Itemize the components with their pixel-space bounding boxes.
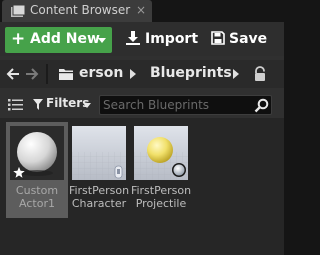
tab-content-browser[interactable]: Content Browser × [2, 0, 152, 22]
chevron-right-icon[interactable] [130, 69, 136, 79]
import-label: Import [145, 31, 199, 47]
asset-tile-custom-actor1[interactable]: Custom Actor1 [6, 122, 68, 218]
asset-name: Custom Actor1 [6, 184, 68, 210]
asset-grid: Custom Actor1 FirstPerson Character Firs… [0, 118, 284, 255]
asset-name-line: Projectile [135, 197, 187, 210]
filter-bar: Filters [0, 92, 284, 118]
tab-title: Content Browser [30, 3, 131, 17]
funnel-icon [33, 99, 43, 110]
tab-bar: Content Browser × [0, 0, 284, 22]
add-new-button[interactable]: + Add New [5, 27, 112, 53]
content-browser-panel: + Add New Import Save erson Blueprints F… [0, 22, 284, 255]
asset-name-line: FirstPerson [68, 184, 130, 197]
breadcrumb-item[interactable]: erson [79, 65, 123, 81]
chevron-right-icon[interactable] [233, 69, 239, 79]
toolbar: + Add New Import Save [0, 22, 284, 56]
chevron-down-icon [83, 103, 91, 108]
search-icon[interactable] [254, 98, 269, 113]
path-navigation-bar: erson Blueprints [0, 60, 284, 88]
lock-icon[interactable] [253, 66, 267, 82]
back-arrow-icon[interactable] [6, 67, 20, 81]
import-icon [126, 31, 140, 45]
asset-name: FirstPerson Projectile [130, 184, 192, 210]
asset-name-line: Actor1 [19, 197, 55, 210]
save-button[interactable]: Save [209, 27, 279, 53]
save-icon [211, 31, 225, 45]
save-label: Save [229, 31, 268, 47]
search-input[interactable] [103, 97, 251, 113]
asset-tile-firstperson-character[interactable]: FirstPerson Character [68, 122, 130, 218]
asset-name: FirstPerson Character [68, 184, 130, 210]
chevron-down-icon [98, 38, 106, 43]
forward-arrow-icon[interactable] [25, 67, 39, 81]
asset-thumbnail [134, 126, 188, 180]
list-view-icon[interactable] [8, 98, 24, 112]
content-browser-window: Content Browser × + Add New Import Save … [0, 0, 284, 255]
close-icon[interactable]: × [136, 3, 146, 17]
asset-tile-firstperson-projectile[interactable]: FirstPerson Projectile [130, 122, 192, 218]
search-box[interactable] [99, 95, 272, 115]
asset-thumbnail [10, 126, 64, 180]
asset-name-line: Character [71, 197, 127, 210]
folder-stack-icon [11, 4, 26, 17]
asset-name-line: Custom [15, 184, 59, 197]
breadcrumb-item[interactable]: Blueprints [150, 65, 232, 81]
character-icon [114, 165, 123, 179]
import-button[interactable]: Import [123, 27, 203, 53]
folder-icon[interactable] [58, 67, 74, 81]
sphere-badge-icon [172, 163, 186, 177]
filters-button[interactable]: Filters [33, 96, 93, 114]
plus-icon: + [11, 29, 26, 49]
add-new-label: Add New [30, 31, 100, 47]
asset-thumbnail [72, 126, 126, 180]
divider [46, 64, 48, 84]
asset-name-line: FirstPerson [130, 184, 192, 197]
